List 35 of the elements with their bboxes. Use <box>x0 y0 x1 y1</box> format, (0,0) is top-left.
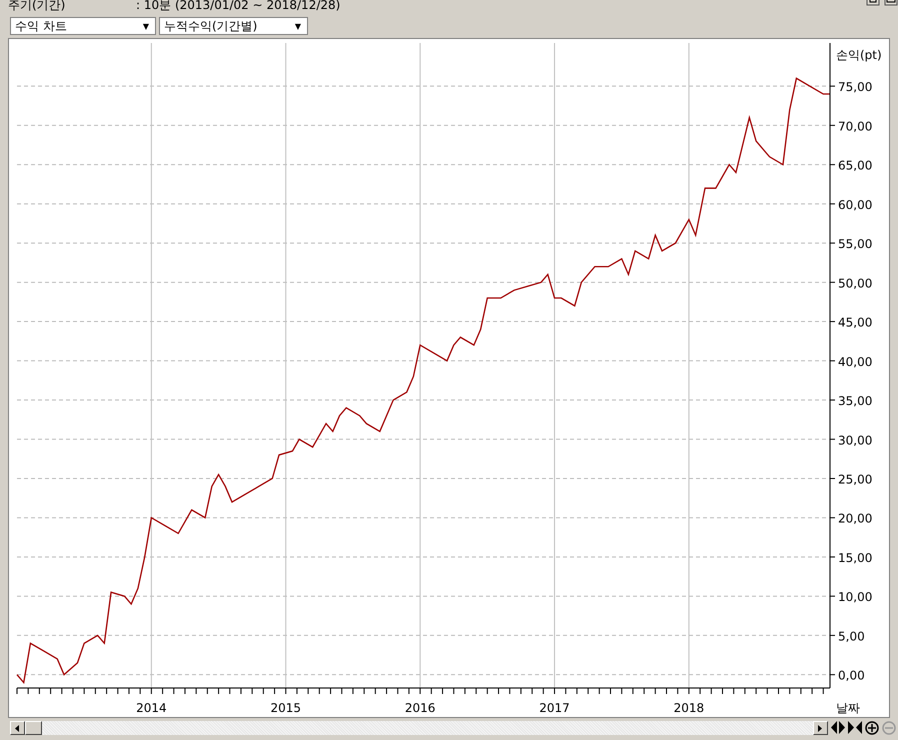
right-arrow-icon <box>818 724 823 732</box>
dropdown[interactable]: 수익 차트 ▼ <box>10 17 156 35</box>
zoom-in-icon[interactable] <box>865 721 879 735</box>
y-tick-label: 60,00 <box>838 198 872 212</box>
scroll-left-button[interactable] <box>10 721 25 735</box>
x-tick-label: 2014 <box>136 701 167 715</box>
x-tick-label: 2018 <box>674 701 704 715</box>
y-tick-label: 55,00 <box>838 237 872 252</box>
y-tick-label: 65,00 <box>838 158 872 173</box>
period-value: : 10분 (2013/01/02 ~ 2018/12/28) <box>136 0 340 14</box>
period-label: 주기(기간) <box>8 0 66 14</box>
y-tick-label: 40,00 <box>838 354 872 369</box>
x-tick-label: 2016 <box>404 701 436 715</box>
y-tick-label: 10,00 <box>838 590 872 604</box>
y-tick-label: 70,00 <box>838 119 872 134</box>
y-tick-label: 25,00 <box>838 472 872 486</box>
x-tick-label: 2017 <box>539 701 570 715</box>
y-tick-label: 50,00 <box>838 276 872 290</box>
y-tick-label: 20,00 <box>838 512 872 526</box>
y-tick-label: 15,00 <box>838 550 872 565</box>
y-tick-label: 30,00 <box>838 433 872 448</box>
y-tick-label: 75,00 <box>838 80 872 94</box>
y-tick-label: 5,00 <box>838 629 865 644</box>
dropdown[interactable]: 누적수익(기간별) ▼ <box>159 17 308 35</box>
y-tick-label: 0,00 <box>838 668 865 683</box>
expand-arrows-icon[interactable] <box>831 721 845 734</box>
collapse-arrows-icon[interactable] <box>848 721 862 734</box>
y-axis-title: 손익(pt) <box>836 48 882 62</box>
y-tick-label: 35,00 <box>838 394 872 408</box>
scroll-right-button[interactable] <box>813 721 828 735</box>
scrollbar-thumb[interactable] <box>25 721 42 735</box>
x-axis-title: 날짜 <box>836 701 860 715</box>
y-tick-label: 45,00 <box>838 316 872 330</box>
left-arrow-icon <box>15 724 20 732</box>
x-tick-label: 2015 <box>270 701 302 715</box>
